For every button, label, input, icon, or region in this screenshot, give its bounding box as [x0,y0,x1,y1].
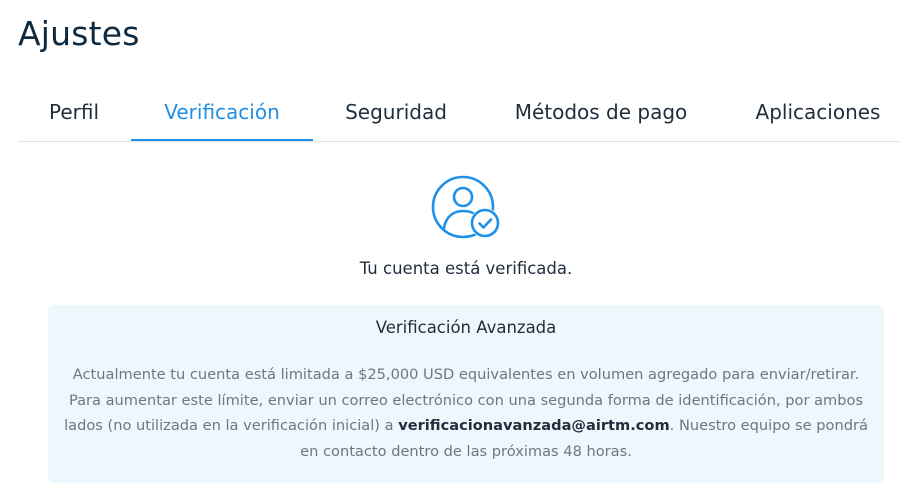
verification-email: verificacionavanzada@airtm.com [398,417,670,434]
tab-perfil[interactable]: Perfil [18,86,130,140]
tab-seguridad[interactable]: Seguridad [323,86,469,140]
settings-page: Ajustes Perfil Verificación Seguridad Mé… [0,0,900,500]
user-check-icon [431,175,500,239]
verification-status-text: Tu cuenta está verificada. [359,259,573,278]
tab-metodos-de-pago[interactable]: Métodos de pago [494,86,708,140]
tab-verificacion[interactable]: Verificación [131,86,313,141]
page-title: Ajustes [18,14,140,53]
advanced-verification-title: Verificación Avanzada [375,318,557,337]
settings-tabs: Perfil Verificación Seguridad Métodos de… [18,86,900,142]
advanced-verification-description: Actualmente tu cuenta está limitada a $2… [58,362,874,464]
advanced-verification-panel: Verificación Avanzada Actualmente tu cue… [48,305,884,483]
tab-aplicaciones[interactable]: Aplicaciones [736,86,900,140]
